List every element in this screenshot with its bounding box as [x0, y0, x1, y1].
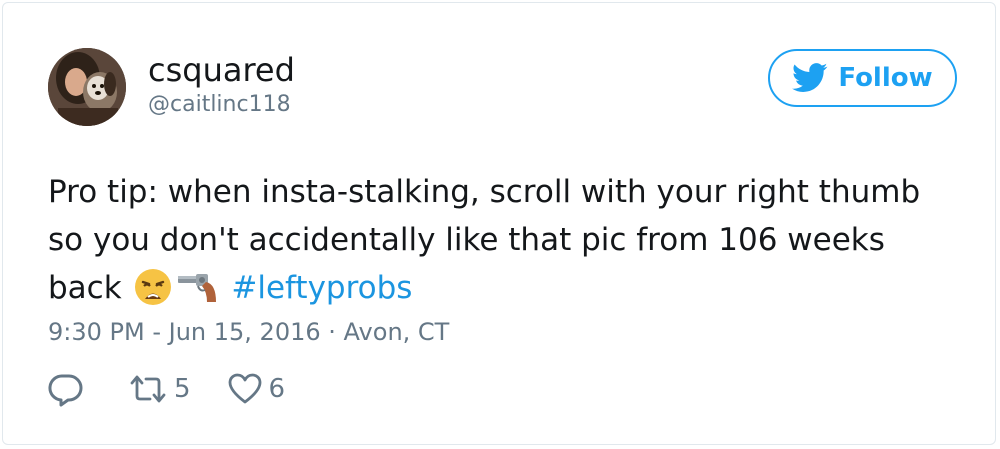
tweet-card: csquared @caitlinc118 Follow Pro tip: wh…	[2, 2, 996, 445]
location[interactable]: Avon, CT	[344, 318, 450, 346]
meta-separator: ·	[328, 318, 336, 346]
retweet-icon	[130, 375, 166, 403]
twitter-bird-icon	[792, 63, 828, 92]
retweet-button[interactable]: 5	[128, 371, 191, 407]
avatar[interactable]	[48, 48, 126, 126]
weary-face-icon	[134, 268, 172, 320]
display-name[interactable]: csquared	[148, 50, 295, 90]
avatar-photo	[48, 48, 126, 126]
user-handle[interactable]: @caitlinc118	[148, 91, 291, 119]
action-bar: 5 6	[48, 369, 285, 409]
reply-button[interactable]	[48, 371, 84, 407]
like-button[interactable]: 6	[227, 372, 286, 406]
retweet-count: 5	[174, 374, 191, 404]
tweet-meta: 9:30 PM - Jun 15, 2016 · Avon, CT	[48, 317, 449, 347]
like-count: 6	[268, 374, 286, 404]
tweet-text: Pro tip: when insta-stalking, scroll wit…	[48, 168, 948, 320]
revolver-icon	[176, 268, 220, 320]
follow-button[interactable]: Follow	[768, 49, 957, 107]
timestamp[interactable]: 9:30 PM - Jun 15, 2016	[48, 318, 321, 346]
hashtag-link[interactable]: #leftyprobs	[231, 270, 412, 306]
follow-label: Follow	[838, 63, 933, 93]
heart-icon	[228, 373, 261, 404]
reply-icon	[48, 374, 83, 407]
